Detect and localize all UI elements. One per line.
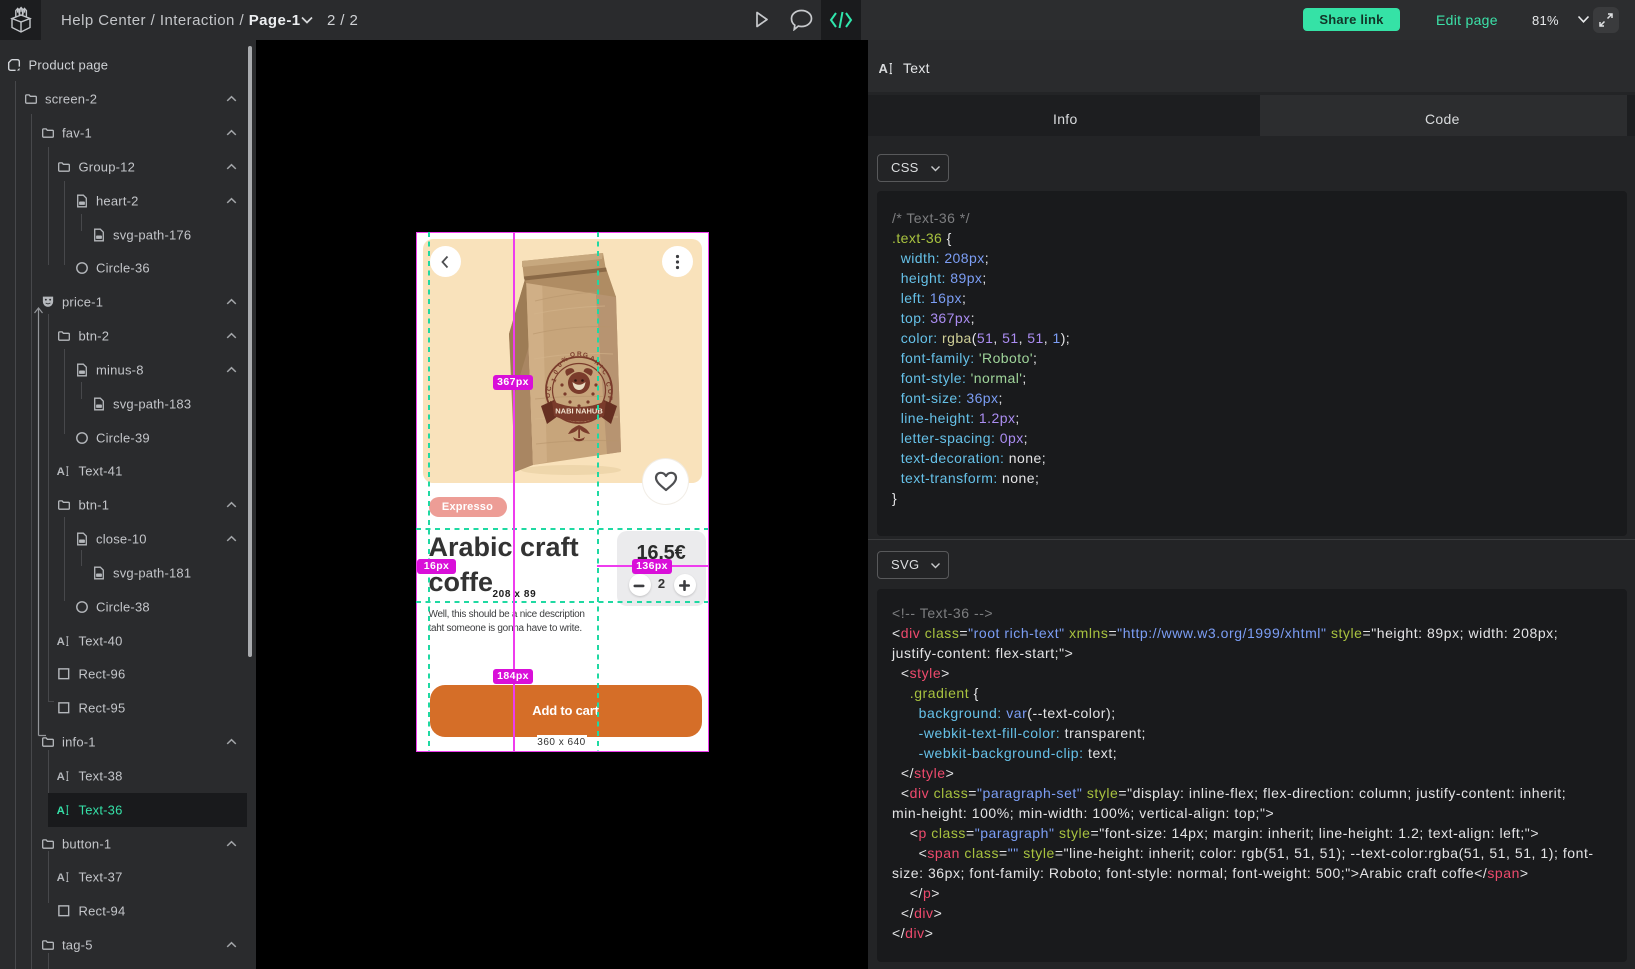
svg-text:A: A [57, 467, 65, 479]
svg-text:A: A [879, 61, 889, 76]
svg-text:F: F [605, 396, 612, 401]
svg-text:A: A [57, 771, 65, 783]
svg-text:A: A [57, 805, 65, 817]
svg-text:O: O [545, 393, 552, 398]
svg-text:A: A [57, 636, 65, 648]
svg-text:HAND MADE: HAND MADE [569, 420, 588, 424]
svg-text:R: R [577, 351, 582, 358]
svg-text:A: A [57, 872, 65, 884]
svg-text:O: O [605, 389, 612, 395]
